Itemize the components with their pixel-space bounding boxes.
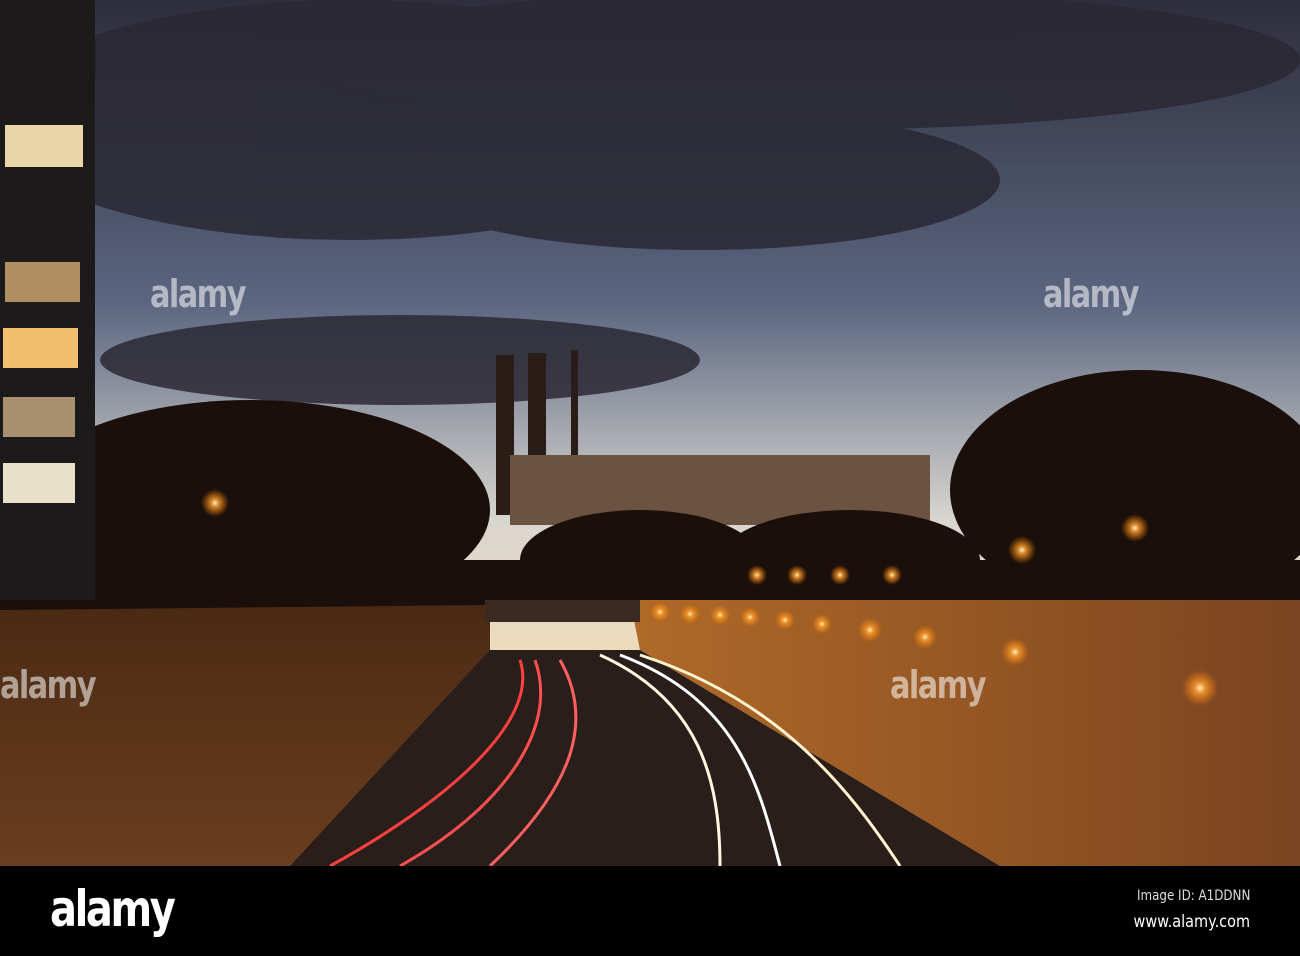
site-url: www.alamy.com (1133, 912, 1250, 932)
image-id: Image ID: A1DDNN (1136, 888, 1250, 904)
photo-frame: alamy alamy alamy alamy alamy Image ID: … (0, 0, 1300, 956)
footer-bar: alamy Image ID: A1DDNN www.alamy.com (0, 866, 1300, 956)
night-motorway-photo (0, 0, 1300, 866)
watermark: alamy (1043, 272, 1140, 316)
bridge (485, 600, 640, 622)
watermark: alamy (0, 663, 97, 707)
watermark: alamy (150, 272, 247, 316)
alamy-logo: alamy (50, 880, 176, 938)
office-building (0, 0, 95, 600)
watermark: alamy (890, 663, 987, 707)
